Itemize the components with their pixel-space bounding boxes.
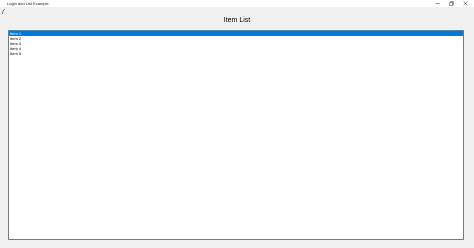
window-title: Login and List Example [7,1,49,6]
minimize-button[interactable] [430,0,444,7]
minimize-icon [435,3,439,4]
close-button[interactable] [458,0,472,7]
feather-icon [2,1,5,14]
close-icon [462,1,468,6]
list-item[interactable]: Item 5 [9,51,463,56]
restore-button[interactable] [444,0,458,7]
page-title: Item List [223,17,251,24]
app-window: Login and List Example Item List Item 1 … [0,0,474,248]
title-bar[interactable]: Login and List Example [0,0,474,14]
restore-icon [448,1,454,6]
item-listbox[interactable]: Item 1 Item 2 Item 3 Item 4 Item 5 [8,30,464,240]
